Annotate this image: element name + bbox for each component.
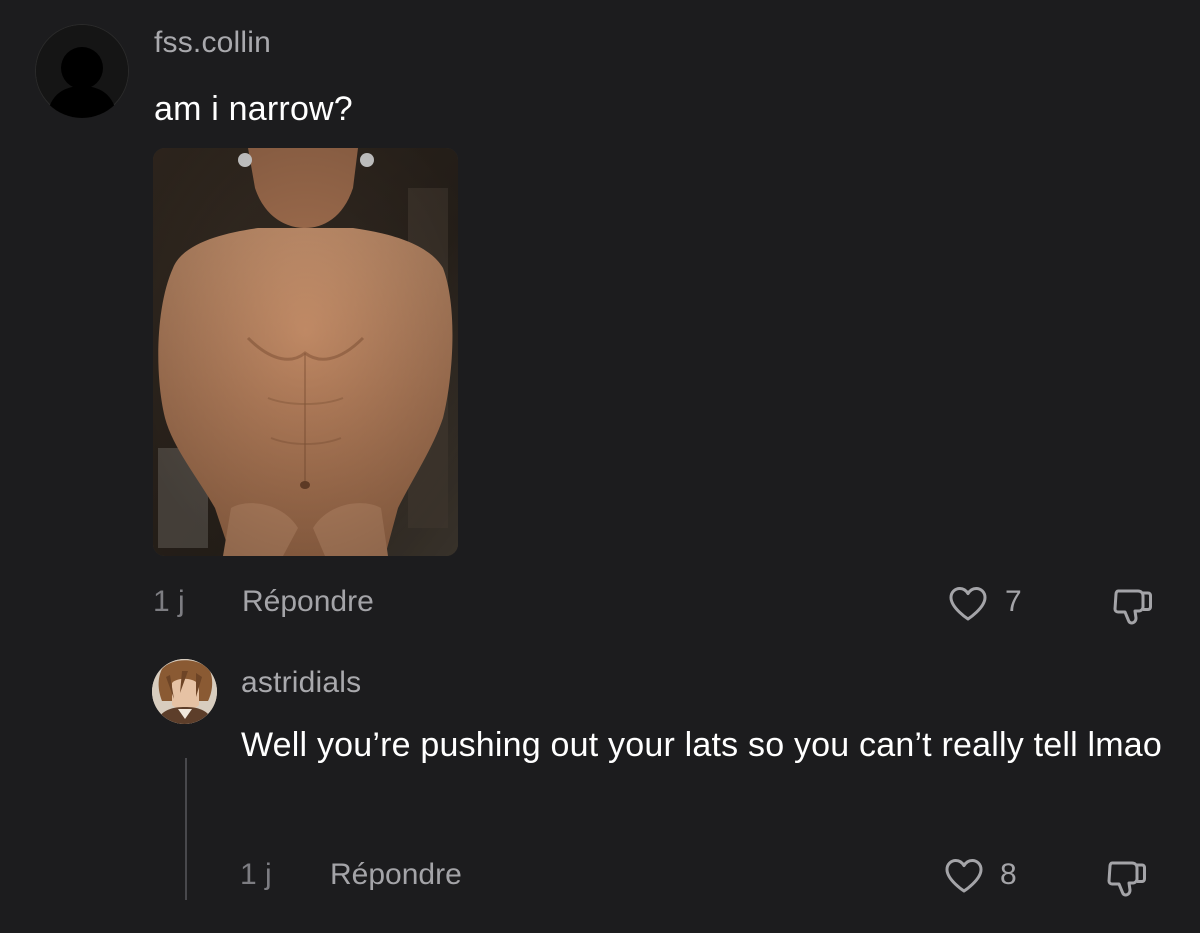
heart-outline-icon[interactable] xyxy=(948,586,988,622)
like-count: 8 xyxy=(1000,858,1017,891)
comment-time: 1 j xyxy=(153,585,185,618)
reply-username[interactable]: astridials xyxy=(241,666,361,700)
reply-text: Well you’re pushing out your lats so you… xyxy=(241,726,1162,764)
comment-username[interactable]: fss.collin xyxy=(154,26,271,60)
avatar[interactable] xyxy=(152,659,217,724)
thumbs-down-outline-icon[interactable] xyxy=(1111,583,1155,627)
like-count: 7 xyxy=(1005,585,1022,618)
comment-photo[interactable] xyxy=(153,148,458,556)
comment: fss.collin am i narrow? 1 j Répondre 7 xyxy=(0,0,1200,640)
heart-outline-icon[interactable] xyxy=(944,858,984,894)
comment-text: am i narrow? xyxy=(154,90,353,128)
reply-button[interactable]: Répondre xyxy=(330,858,462,892)
anime-character-avatar xyxy=(152,659,217,724)
avatar[interactable] xyxy=(35,24,129,118)
thread-line xyxy=(185,758,187,900)
reply-button[interactable]: Répondre xyxy=(242,585,374,619)
shirtless-torso-photo xyxy=(153,148,458,556)
thumbs-down-outline-icon[interactable] xyxy=(1105,855,1149,899)
default-avatar-icon xyxy=(36,25,128,118)
reply-time: 1 j xyxy=(240,858,272,891)
